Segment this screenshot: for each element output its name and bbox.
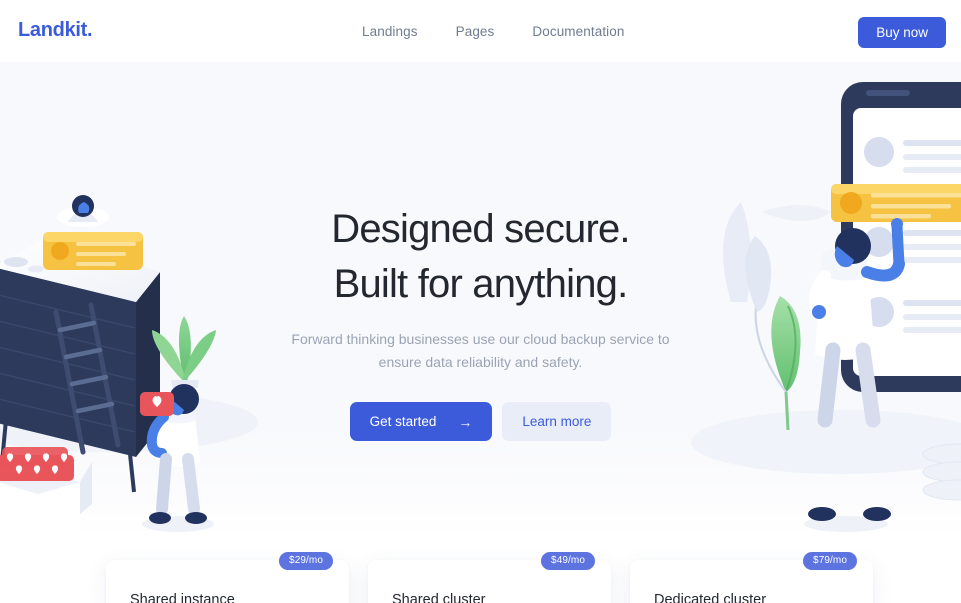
landing-page: Landkit. Landings Pages Documentation Bu… [0, 0, 961, 603]
hero-section: Designed secure. Built for anything. For… [0, 62, 961, 535]
price-badge: $79/mo [803, 552, 857, 570]
hero-copy: Designed secure. Built for anything. For… [261, 202, 701, 441]
price-badge: $49/mo [541, 552, 595, 570]
pricing-card[interactable]: $29/mo Shared instance [106, 552, 349, 603]
top-navigation-bar: Landkit. Landings Pages Documentation Bu… [0, 0, 961, 62]
hero-headline-line-1: Designed secure. [331, 207, 630, 251]
price-badge: $29/mo [279, 552, 333, 570]
brand-logo[interactable]: Landkit. [18, 19, 93, 42]
nav-links: Landings Pages Documentation [362, 24, 625, 39]
nav-link-landings[interactable]: Landings [362, 24, 418, 39]
pricing-cards-section: $29/mo Shared instance $49/mo Shared clu… [0, 535, 961, 603]
arrow-right-icon: → [458, 413, 473, 430]
nav-link-documentation[interactable]: Documentation [532, 24, 624, 39]
hero-subtitle: Forward thinking businesses use our clou… [291, 331, 670, 370]
pricing-card-title: Dedicated cluster [654, 592, 767, 603]
hero-cta-group: Get started → Learn more [261, 402, 701, 441]
pricing-card[interactable]: $49/mo Shared cluster [368, 552, 611, 603]
get-started-button[interactable]: Get started → [349, 402, 493, 441]
pricing-card[interactable]: $79/mo Dedicated cluster [630, 552, 873, 603]
pricing-card-title: Shared instance [130, 592, 235, 603]
hero-headline-line-2: Built for anything. [333, 262, 629, 306]
hero-illustration-right [691, 62, 961, 535]
hero-illustration-left [0, 62, 258, 535]
buy-now-button[interactable]: Buy now [858, 17, 946, 48]
get-started-label: Get started [369, 414, 437, 429]
learn-more-button[interactable]: Learn more [502, 402, 612, 441]
nav-link-pages[interactable]: Pages [456, 24, 495, 39]
pricing-card-title: Shared cluster [392, 592, 486, 603]
